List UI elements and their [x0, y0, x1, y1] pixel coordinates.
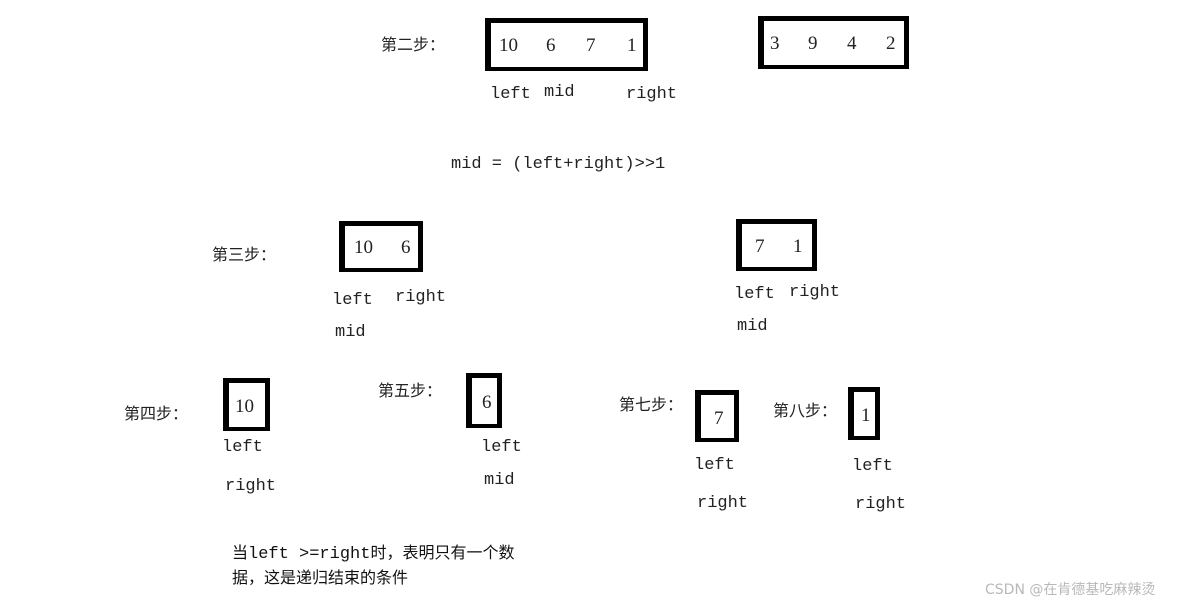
array-cell: 10 [499, 35, 518, 56]
pointer-left: left [734, 285, 775, 304]
step3-left-array-box: 10 6 [339, 221, 423, 272]
step3-title: 第三步： [212, 245, 277, 264]
note-line1-rest: 时，表明只有一个数 [370, 543, 515, 562]
step7-array-box: 7 [695, 390, 739, 442]
step7-title: 第七步： [619, 395, 684, 414]
step8-title: 第八步： [773, 401, 838, 420]
pointer-left: left [332, 291, 373, 310]
array-cell: 1 [627, 35, 637, 56]
array-cell: 10 [354, 237, 373, 258]
array-cell: 4 [847, 33, 857, 54]
pointer-right: right [855, 495, 907, 514]
array-cell: 3 [770, 33, 780, 54]
pointer-left: left [481, 438, 522, 457]
pointer-mid: mid [544, 83, 575, 102]
array-cell: 6 [546, 35, 556, 56]
step4-title: 第四步： [124, 404, 189, 423]
pointer-mid: mid [335, 323, 366, 342]
array-cell: 9 [808, 33, 818, 54]
array-cell: 10 [235, 396, 254, 417]
note-condition: left >=right [248, 545, 371, 564]
pointer-left: left [222, 438, 263, 457]
array-cell: 1 [793, 236, 803, 257]
pointer-right: right [789, 283, 841, 302]
array-cell: 6 [482, 392, 492, 413]
array-cell: 1 [861, 405, 871, 426]
pointer-right: right [395, 288, 447, 307]
array-cell: 2 [886, 33, 896, 54]
step5-title: 第五步： [378, 381, 443, 400]
note-line-1: 当left >=right时，表明只有一个数 [232, 541, 514, 566]
pointer-right: right [225, 477, 277, 496]
pointer-mid: mid [737, 317, 768, 336]
note-prefix: 当 [232, 543, 249, 562]
pointer-left: left [490, 85, 531, 104]
array-cell: 6 [401, 237, 411, 258]
step2-title: 第二步： [381, 35, 446, 54]
termination-note: 当left >=right时，表明只有一个数 据，这是递归结束的条件 [232, 541, 514, 589]
array-cell: 7 [586, 35, 596, 56]
pointer-left: left [694, 456, 735, 475]
pointer-right: right [697, 494, 749, 513]
array-cell: 7 [755, 236, 765, 257]
step8-array-box: 1 [848, 387, 880, 440]
step4-array-box: 10 [223, 378, 270, 431]
step3-right-array-box: 7 1 [736, 219, 817, 271]
pointer-mid: mid [484, 471, 515, 490]
step2-left-array-box: 10 6 7 1 [485, 18, 648, 71]
pointer-left: left [852, 457, 893, 476]
step2-right-array-box: 3 9 4 2 [758, 16, 909, 69]
pointer-right: right [626, 85, 678, 104]
mid-formula: mid = (left+right)>>1 [451, 155, 666, 174]
note-line-2: 据，这是递归结束的条件 [232, 568, 409, 587]
csdn-watermark: CSDN @在肯德基吃麻辣烫 [985, 582, 1156, 598]
array-cell: 7 [714, 408, 724, 429]
step5-array-box: 6 [466, 373, 502, 428]
